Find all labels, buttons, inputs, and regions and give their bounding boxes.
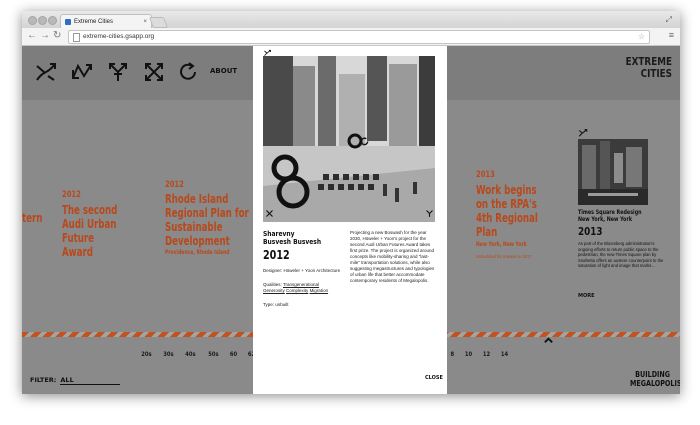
filter-control[interactable]: FILTER: ALL bbox=[30, 376, 121, 385]
branch-arrows-icon[interactable] bbox=[106, 60, 130, 84]
refresh-circle-icon[interactable] bbox=[176, 60, 200, 84]
decade-link[interactable]: 12 bbox=[483, 350, 490, 358]
decade-link[interactable]: 50s bbox=[208, 350, 218, 358]
more-link[interactable]: MORE bbox=[578, 293, 595, 299]
qualities-label: Qualities: bbox=[263, 282, 282, 287]
timeline-headline[interactable]: tern bbox=[22, 211, 42, 225]
filter-value[interactable]: ALL bbox=[60, 376, 121, 385]
card-title-text: Times Square Redesign bbox=[578, 209, 642, 216]
menu-icon[interactable]: ≡ bbox=[669, 30, 674, 40]
decade-link[interactable]: 8 bbox=[450, 350, 454, 358]
card-location: New York, New York bbox=[578, 216, 633, 223]
reload-icon[interactable]: ↻ bbox=[53, 30, 61, 42]
tab-close-icon[interactable]: × bbox=[143, 15, 147, 29]
chevron-up-icon[interactable] bbox=[543, 335, 554, 346]
footer-brand-line-1: BUILDING bbox=[635, 370, 670, 379]
forward-arrow-icon[interactable]: → bbox=[40, 30, 50, 42]
card-title[interactable]: Times Square Redesign New York, New York bbox=[578, 209, 642, 223]
decade-link[interactable]: 10 bbox=[465, 350, 472, 358]
project-description: Projecting a new Boswash for the year 20… bbox=[350, 230, 435, 283]
site-logo[interactable]: EXTREME CITIES bbox=[624, 56, 672, 80]
site-page: ABOUT EXTREME CITIES tern 2012 The secon… bbox=[22, 46, 680, 394]
timeline-headline[interactable]: Rhode Island Regional Plan for Sustainab… bbox=[165, 192, 251, 248]
project-type: Type: unbuilt bbox=[263, 302, 289, 307]
timeline-headline[interactable]: Work begins on the RPA's 4th Regional Pl… bbox=[476, 183, 548, 239]
quality-link[interactable]: Transgenerational bbox=[283, 282, 319, 287]
project-year: 2012 bbox=[263, 248, 290, 262]
project-title: Sharevny Busvesh Busvesh bbox=[263, 230, 322, 246]
arrows-split-icon[interactable] bbox=[34, 60, 58, 84]
times-square-image[interactable] bbox=[578, 139, 648, 205]
zigzag-arrows-icon[interactable] bbox=[70, 60, 94, 84]
quality-link[interactable]: Migration bbox=[310, 288, 329, 293]
project-qualities: Qualities: Transgenerational Generosity … bbox=[263, 282, 341, 294]
branch-arrows-icon bbox=[426, 210, 433, 217]
bookmark-star-icon[interactable]: ☆ bbox=[638, 31, 645, 43]
quality-link[interactable]: Generosity bbox=[263, 288, 285, 293]
card-year: 2013 bbox=[578, 225, 603, 238]
tab-title: Extreme Cities bbox=[74, 19, 114, 25]
cross-arrows-icon[interactable] bbox=[142, 60, 166, 84]
fullscreen-icon[interactable]: ⤢ bbox=[666, 15, 672, 25]
new-tab-button[interactable] bbox=[148, 17, 169, 28]
back-arrow-icon[interactable]: ← bbox=[27, 30, 37, 42]
about-link[interactable]: ABOUT bbox=[210, 67, 237, 75]
decade-link[interactable]: 40s bbox=[186, 350, 196, 358]
favicon-icon bbox=[65, 19, 71, 25]
decade-link[interactable]: 20s bbox=[141, 350, 151, 358]
project-designer: Designer: Höweler + Yoon Architecture bbox=[263, 268, 341, 273]
url-text[interactable]: extreme-cities.gsapp.org bbox=[83, 31, 154, 43]
decade-nav-right: 8 10 12 14 bbox=[450, 350, 516, 362]
browser-toolbar: ← → ↻ extreme-cities.gsapp.org ☆ ≡ bbox=[22, 28, 680, 46]
zoom-window-button[interactable] bbox=[48, 16, 57, 25]
project-modal: Sharevny Busvesh Busvesh 2012 Designer: … bbox=[253, 46, 447, 394]
timeline-year: 2013 bbox=[476, 170, 495, 180]
browser-tab[interactable]: Extreme Cities × bbox=[60, 14, 152, 29]
project-rendering-image bbox=[263, 56, 435, 222]
arrows-split-icon bbox=[578, 129, 588, 137]
title-bar: Extreme Cities × ⤢ bbox=[22, 11, 680, 29]
timeline-year: 2012 bbox=[62, 190, 81, 200]
card-description: As part of the Bloomberg administration'… bbox=[578, 241, 664, 268]
decade-link[interactable]: 30s bbox=[163, 350, 173, 358]
timeline-headline[interactable]: The second Audi Urban Future Award bbox=[62, 203, 127, 259]
timeline-location: New York, New York bbox=[476, 241, 527, 248]
footer-brand-line-2: MEGALOPOLIS bbox=[630, 379, 680, 388]
address-bar[interactable]: extreme-cities.gsapp.org ☆ bbox=[68, 30, 650, 44]
timeline-note: Scheduled for release in 2017 bbox=[476, 254, 532, 259]
decade-link[interactable]: 60 bbox=[230, 350, 237, 358]
close-window-button[interactable] bbox=[28, 16, 37, 25]
close-modal-button[interactable]: CLOSE bbox=[425, 375, 443, 381]
cross-arrows-icon bbox=[266, 210, 273, 217]
decade-link[interactable]: 14 bbox=[501, 350, 508, 358]
footer-brand[interactable]: BUILDING MEGALOPOLIS bbox=[630, 370, 680, 388]
refresh-circle-icon bbox=[360, 137, 369, 146]
minimize-window-button[interactable] bbox=[38, 16, 47, 25]
page-icon bbox=[73, 33, 80, 42]
timeline-location: Providence, Rhode Island bbox=[165, 249, 230, 256]
timeline-year: 2012 bbox=[165, 180, 184, 190]
quality-link[interactable]: Complexity bbox=[286, 288, 308, 293]
brand-line-2: CITIES bbox=[640, 67, 672, 80]
browser-window: Extreme Cities × ⤢ ← → ↻ extreme-cities.… bbox=[22, 11, 680, 394]
filter-label: FILTER: bbox=[30, 376, 57, 384]
